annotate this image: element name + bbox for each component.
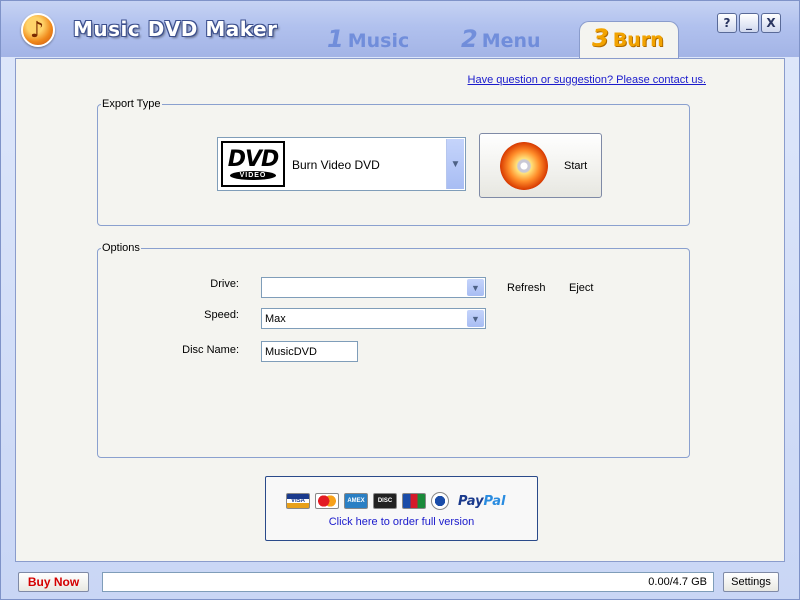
jcb-card-icon [402, 493, 426, 509]
eject-button[interactable]: Eject [569, 282, 593, 294]
help-button[interactable]: ? [717, 13, 737, 33]
title-bar[interactable]: ♪ Music DVD Maker 1 Music 2 Menu 3 Burn ? _… [1, 1, 799, 59]
close-button[interactable]: X [761, 13, 781, 33]
paypal-logo-icon: PayPal [458, 493, 506, 509]
export-type-value: Burn Video DVD [292, 158, 380, 172]
chevron-down-icon[interactable]: ▼ [467, 279, 484, 296]
drive-label: Drive: [210, 278, 239, 290]
amex-card-icon: AMEX [344, 493, 368, 509]
app-title: Music DVD Maker [73, 17, 278, 41]
mastercard-icon [315, 493, 339, 509]
refresh-button[interactable]: Refresh [507, 282, 546, 294]
speed-value: Max [265, 313, 286, 325]
buy-now-button[interactable]: Buy Now [18, 572, 89, 592]
minimize-button[interactable]: _ [739, 13, 759, 33]
options-legend: Options [102, 242, 140, 254]
disc-capacity-bar: 0.00/4.7 GB [102, 572, 714, 592]
order-full-version-button[interactable]: VISA AMEX DISC PayPal Click here to orde… [265, 476, 538, 541]
export-type-legend: Export Type [102, 98, 161, 110]
discover-card-icon: DISC [373, 493, 397, 509]
chevron-down-icon[interactable]: ▼ [467, 310, 484, 327]
chevron-down-icon[interactable]: ▼ [446, 139, 464, 189]
speed-select[interactable]: Max ▼ [261, 308, 486, 329]
capacity-text: 0.00/4.7 GB [648, 576, 707, 588]
music-note-icon: ♪ [21, 13, 55, 47]
drive-select[interactable]: ▼ [261, 277, 486, 298]
disc-name-input[interactable] [261, 341, 358, 362]
start-button[interactable]: Start [479, 133, 602, 198]
order-link-text[interactable]: Click here to order full version [266, 516, 537, 528]
settings-button[interactable]: Settings [723, 572, 779, 592]
dvd-video-logo-icon: DVD VIDEO [221, 141, 285, 187]
diners-club-icon [431, 492, 449, 510]
payment-methods: VISA AMEX DISC PayPal [286, 492, 505, 510]
burning-disc-icon [500, 142, 548, 190]
speed-label: Speed: [204, 309, 239, 321]
window-controls: ? _ X [717, 13, 781, 33]
start-button-label: Start [564, 160, 588, 172]
tab-music[interactable]: 1 Music [327, 25, 409, 57]
contact-link[interactable]: Have question or suggestion? Please cont… [468, 74, 706, 86]
tab-burn[interactable]: 3 Burn [579, 21, 679, 59]
export-type-select[interactable]: DVD VIDEO Burn Video DVD ▼ [217, 137, 466, 191]
visa-card-icon: VISA [286, 493, 310, 509]
disc-name-label: Disc Name: [182, 344, 239, 356]
tab-menu[interactable]: 2 Menu [461, 25, 541, 57]
